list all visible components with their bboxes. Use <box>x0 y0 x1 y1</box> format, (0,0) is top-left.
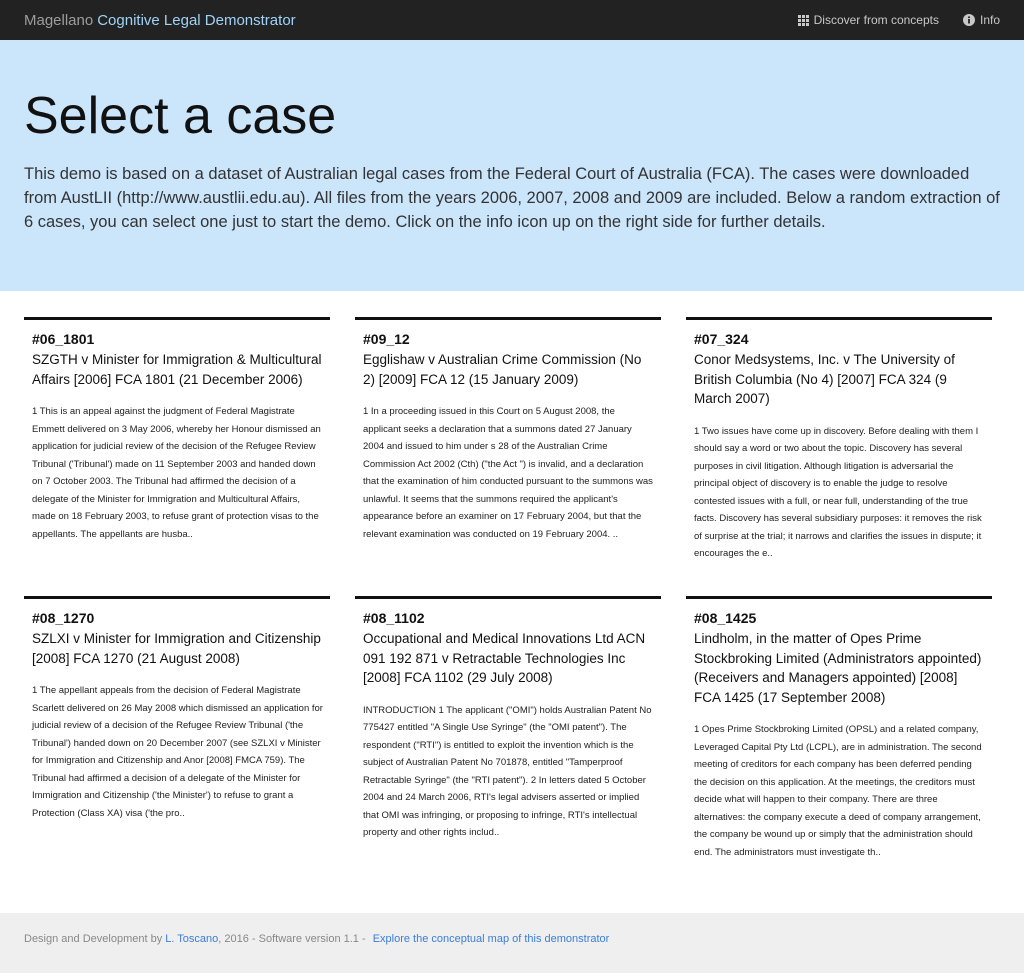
case-excerpt: 1 Opes Prime Stockbroking Limited (OPSL)… <box>694 724 982 858</box>
case-excerpt: 1 This is an appeal against the judgment… <box>32 406 321 540</box>
case-grid-row-1: #06_1801 SZGTH v Minister for Immigratio… <box>0 291 1024 596</box>
brand[interactable]: Magellano Cognitive Legal Demonstrator <box>24 12 296 29</box>
case-card[interactable]: #08_1425 Lindholm, in the matter of Opes… <box>686 596 992 916</box>
info-label: Info <box>979 13 1000 27</box>
brand-name: Magellano <box>24 11 94 29</box>
discover-label: Discover from concepts <box>813 13 939 27</box>
footer-suffix: , 2016 - Software version 1.1 - <box>218 933 366 945</box>
footer-prefix: Design and Development by <box>24 933 163 945</box>
case-id[interactable]: #09_12 <box>363 331 655 347</box>
footer: Design and Development by L. Toscano, 20… <box>0 913 1024 973</box>
case-id[interactable]: #06_1801 <box>32 331 324 347</box>
info-link[interactable]: Info <box>962 13 1000 27</box>
info-icon <box>962 14 975 26</box>
case-title[interactable]: Egglishaw v Australian Crime Commission … <box>363 350 655 389</box>
case-card[interactable]: #09_12 Egglishaw v Australian Crime Comm… <box>355 317 661 596</box>
case-grid-row-2: #08_1270 SZLXI v Minister for Immigratio… <box>0 596 1024 916</box>
grid-icon <box>797 14 809 26</box>
case-excerpt: 1 Two issues have come up in discovery. … <box>694 425 982 560</box>
case-title[interactable]: Lindholm, in the matter of Opes Prime St… <box>694 629 986 707</box>
case-id[interactable]: #08_1270 <box>32 610 324 626</box>
conceptual-map-link[interactable]: Explore the conceptual map of this demon… <box>373 933 610 945</box>
case-card[interactable]: #08_1102 Occupational and Medical Innova… <box>355 596 661 916</box>
page-title: Select a case <box>24 87 337 145</box>
case-id[interactable]: #08_1102 <box>363 610 655 626</box>
case-title[interactable]: Occupational and Medical Innovations Ltd… <box>363 629 655 688</box>
case-title[interactable]: SZGTH v Minister for Immigration & Multi… <box>32 350 324 389</box>
case-card[interactable]: #07_324 Conor Medsystems, Inc. v The Uni… <box>686 317 992 596</box>
case-id[interactable]: #07_324 <box>694 331 986 347</box>
author-link[interactable]: L. Toscano <box>165 933 218 945</box>
case-card[interactable]: #08_1270 SZLXI v Minister for Immigratio… <box>24 596 330 916</box>
case-excerpt: 1 The appellant appeals from the decisio… <box>32 685 323 819</box>
page-description: This demo is based on a dataset of Austr… <box>24 165 1000 231</box>
hero-jumbotron: Select a case This demo is based on a da… <box>0 40 1024 291</box>
navbar: Magellano Cognitive Legal Demonstrator Di… <box>0 0 1024 40</box>
nav-right: Discover from concepts Info <box>797 13 1000 27</box>
case-title[interactable]: Conor Medsystems, Inc. v The University … <box>694 350 986 409</box>
case-card[interactable]: #06_1801 SZGTH v Minister for Immigratio… <box>24 317 330 596</box>
case-excerpt: 1 In a proceeding issued in this Court o… <box>363 406 653 540</box>
brand-accent: Cognitive Legal Demonstrator <box>97 11 296 29</box>
case-excerpt: INTRODUCTION 1 The applicant ("OMI") hol… <box>363 704 652 839</box>
case-title[interactable]: SZLXI v Minister for Immigration and Cit… <box>32 629 324 668</box>
discover-from-concepts-link[interactable]: Discover from concepts <box>797 13 939 27</box>
case-id[interactable]: #08_1425 <box>694 610 986 626</box>
